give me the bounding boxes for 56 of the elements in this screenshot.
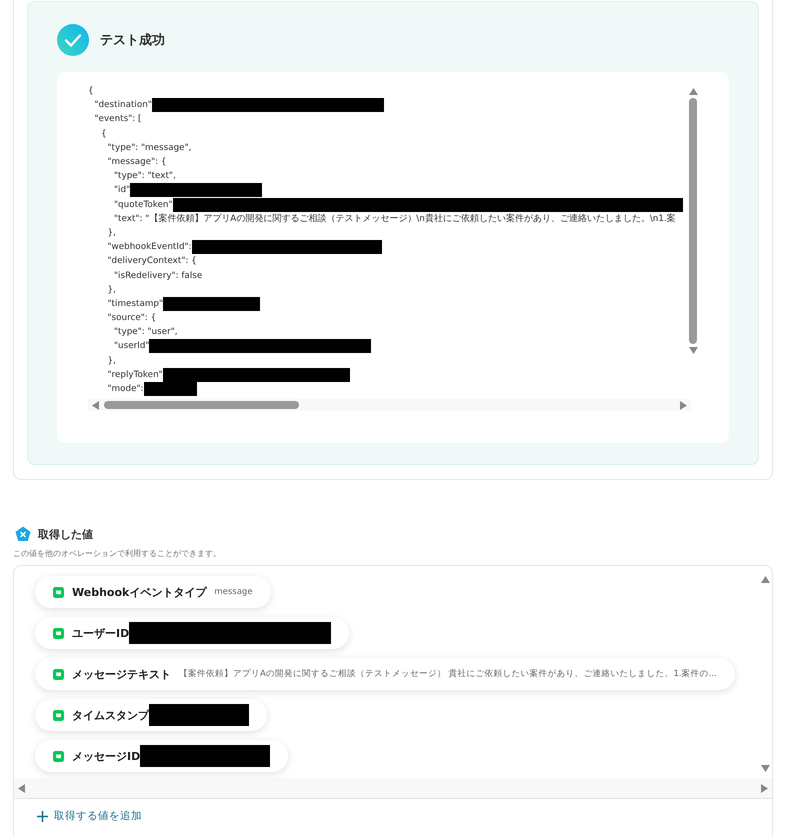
code-line: "timestamp" bbox=[108, 298, 164, 309]
code-line: "destination" bbox=[94, 100, 152, 110]
value-label: ユーザーID bbox=[72, 626, 130, 640]
value-text: message bbox=[214, 587, 253, 597]
code-line: "mode": bbox=[108, 384, 144, 394]
scroll-right-icon[interactable] bbox=[761, 784, 768, 792]
code-line: "webhookEventId": bbox=[108, 242, 192, 252]
code-line: "events": [ bbox=[94, 114, 142, 124]
value-text: 【案件依頼】アプリAの開発に関するご相談（テストメッセージ） 貴社にご依頼したい案件があり、ご連絡いたしました。1.案件の... bbox=[179, 668, 717, 680]
scroll-up-icon[interactable] bbox=[760, 576, 770, 583]
chat-app-icon bbox=[53, 668, 64, 680]
check-circle-icon bbox=[57, 24, 89, 56]
code-line: "type": "user", bbox=[114, 327, 178, 338]
code-line: "type": "message", bbox=[108, 142, 192, 153]
code-line: }, bbox=[108, 356, 116, 366]
scroll-down-icon[interactable] bbox=[688, 347, 698, 354]
code-line: "id" bbox=[114, 185, 130, 196]
scrollbar-thumb[interactable] bbox=[104, 401, 299, 409]
value-chip[interactable]: Webhookイベントタイプ message bbox=[35, 576, 271, 608]
code-line: }, bbox=[108, 228, 116, 238]
value-label: メッセージテキスト bbox=[72, 666, 171, 682]
value-chip[interactable]: ユーザーID bbox=[35, 617, 350, 649]
code-line: "isRedelivery": false bbox=[114, 270, 202, 281]
scrollbar-thumb[interactable] bbox=[689, 98, 697, 344]
section-description: この値を他のオペレーションで利用することができます。 bbox=[13, 548, 222, 559]
code-line: "replyToken" bbox=[108, 370, 163, 380]
chat-app-icon bbox=[53, 586, 64, 598]
section-title: 取得した値 bbox=[38, 526, 93, 542]
scroll-left-icon[interactable] bbox=[18, 784, 25, 792]
code-line: }, bbox=[108, 284, 116, 295]
value-label: メッセージID bbox=[72, 748, 140, 764]
code-line: "quoteToken" bbox=[114, 200, 173, 210]
code-line: "source": { bbox=[108, 313, 156, 324]
status-title: テスト成功 bbox=[100, 32, 165, 49]
plus-icon bbox=[37, 810, 48, 822]
scroll-left-icon[interactable] bbox=[92, 400, 99, 410]
value-chip[interactable]: タイムスタンプ bbox=[35, 699, 267, 731]
code-line: { bbox=[88, 86, 94, 96]
value-label: Webhookイベントタイプ bbox=[72, 584, 206, 600]
code-line: "userId" bbox=[114, 341, 150, 352]
code-line: { bbox=[101, 128, 107, 139]
code-line: "message": { bbox=[108, 157, 166, 168]
value-label: タイムスタンプ bbox=[72, 708, 149, 722]
add-value-button[interactable]: 取得する値を追加 bbox=[37, 809, 142, 823]
chat-app-icon bbox=[53, 750, 64, 762]
chat-app-icon bbox=[53, 628, 64, 638]
scroll-right-icon[interactable] bbox=[680, 400, 687, 410]
code-line: "deliveryContext": { bbox=[108, 256, 197, 266]
scroll-down-icon[interactable] bbox=[760, 765, 770, 772]
code-line: "type": "text", bbox=[114, 171, 176, 182]
scroll-up-icon[interactable] bbox=[688, 88, 698, 95]
value-chip[interactable]: メッセージID bbox=[35, 740, 288, 772]
value-chip[interactable]: メッセージテキスト 【案件依頼】アプリAの開発に関するご相談（テストメッセージ） 貴社にご依頼したい案件があり、ご連絡いたしました。1.案件の... bbox=[35, 658, 735, 690]
pentagon-icon bbox=[15, 526, 31, 542]
chat-app-icon bbox=[53, 710, 64, 720]
code-line: "text": "【案件依頼】アプリAの開発に関するご相談（テストメッセージ）\n貴社にご依頼したい案件があり、ご連絡いたしました。\n1.案 bbox=[114, 212, 676, 225]
